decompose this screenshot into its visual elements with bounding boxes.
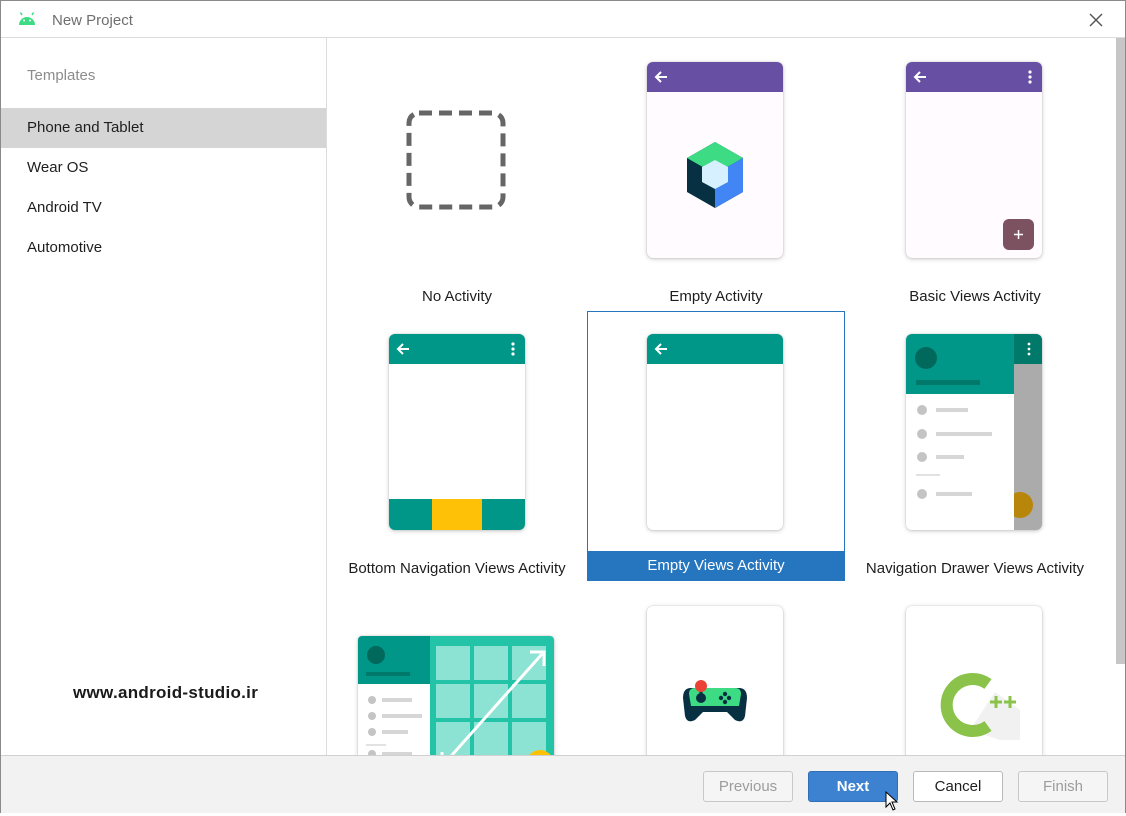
template-empty-views-activity[interactable]: Empty Views Activity <box>587 311 845 581</box>
empty-phone-icon <box>647 334 783 530</box>
scroll-thumb[interactable] <box>1116 38 1125 664</box>
app-bar <box>647 334 783 364</box>
back-arrow-icon <box>654 71 667 83</box>
phone-preview <box>647 62 783 258</box>
sidebar-heading: Templates <box>27 67 96 84</box>
fab-icon <box>1003 219 1034 255</box>
cpp-icon <box>940 670 1020 745</box>
close-icon[interactable] <box>1085 9 1107 31</box>
jetpack-compose-icon <box>683 140 747 215</box>
sidebar-item-android-tv[interactable]: Android TV <box>1 188 326 228</box>
template-label: Bottom Navigation Views Activity <box>348 560 566 577</box>
bottom-nav-icon <box>389 499 525 530</box>
dialog-footer: Previous Next Cancel Finish <box>1 755 1125 813</box>
cancel-button[interactable]: Cancel <box>913 771 1003 802</box>
template-label: Basic Views Activity <box>909 288 1041 305</box>
responsive-grid-icon <box>358 636 554 755</box>
template-game-activity[interactable] <box>587 584 845 755</box>
gallery-scrollbar[interactable] <box>1114 38 1125 755</box>
app-bar <box>389 334 525 364</box>
sidebar-item-automotive[interactable]: Automotive <box>1 228 326 268</box>
back-arrow-icon <box>654 343 667 355</box>
previous-button[interactable]: Previous <box>703 771 793 802</box>
template-empty-activity[interactable]: Empty Activity <box>587 40 845 310</box>
template-label: No Activity <box>421 288 493 305</box>
title-bar: New Project <box>1 1 1125 38</box>
template-no-activity[interactable]: No Activity <box>328 40 586 310</box>
phone-preview <box>906 606 1042 755</box>
template-bottom-navigation-views-activity[interactable]: Bottom Navigation Views Activity <box>328 312 586 582</box>
template-label: Navigation Drawer Views Activity <box>865 560 1085 577</box>
template-gallery: No Activity Empty Activity Basic Views A… <box>328 38 1114 755</box>
game-controller-icon <box>681 674 749 729</box>
templates-sidebar: Templates Phone and Tablet Wear OS Andro… <box>1 38 327 755</box>
nav-drawer-icon <box>906 334 1042 530</box>
app-bar <box>647 62 783 92</box>
template-native-cpp[interactable] <box>846 584 1104 755</box>
sidebar-item-wear-os[interactable]: Wear OS <box>1 148 326 188</box>
sidebar-item-phone-and-tablet[interactable]: Phone and Tablet <box>1 108 326 148</box>
new-project-dialog: New Project Templates Phone and Tablet W… <box>0 0 1126 813</box>
template-label: Empty Views Activity <box>588 551 844 581</box>
phone-preview <box>906 62 1042 258</box>
template-label: Empty Activity <box>669 288 763 305</box>
app-bar <box>906 62 1042 92</box>
finish-button[interactable]: Finish <box>1018 771 1108 802</box>
phone-preview <box>389 334 525 530</box>
phone-preview <box>647 606 783 755</box>
android-icon <box>18 12 36 31</box>
template-responsive-views-activity[interactable] <box>328 584 586 755</box>
template-basic-views-activity[interactable]: Basic Views Activity <box>846 40 1104 310</box>
template-navigation-drawer-views-activity[interactable]: Navigation Drawer Views Activity <box>846 312 1104 582</box>
mouse-cursor-icon <box>885 790 899 816</box>
window-title: New Project <box>52 12 133 29</box>
watermark: www.android-studio.ir <box>73 683 259 702</box>
dashed-square-icon <box>406 110 506 215</box>
